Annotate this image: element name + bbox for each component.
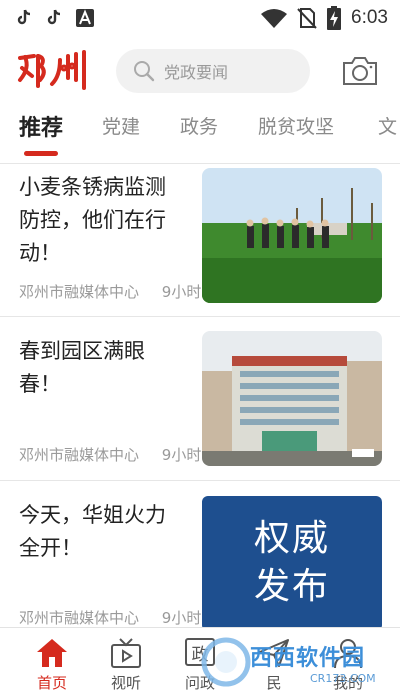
search-icon (132, 59, 156, 83)
search-bar[interactable]: 党政要闻 (116, 49, 310, 93)
industrial-park-building-photo[interactable] (202, 331, 382, 466)
nav-label: 视听 (110, 674, 141, 692)
nav-media[interactable]: 视听 (96, 628, 156, 700)
camera-icon[interactable] (341, 52, 379, 90)
news-title[interactable]: 春到园区满眼春！ (19, 335, 169, 401)
app-header: 党政要闻 (0, 36, 400, 106)
news-title[interactable]: 小麦条锈病监测防控，他们在行动！ (19, 171, 169, 270)
banner-text-line1: 权威 (253, 518, 330, 559)
search-placeholder: 党政要闻 (164, 63, 229, 82)
news-title[interactable]: 今天，华姐火力全开！ (19, 499, 169, 565)
news-source: 邓州市融媒体中心 (19, 446, 140, 464)
tab-recommend[interactable]: 推荐 (19, 110, 63, 142)
tab-party-building[interactable]: 党建 (102, 112, 140, 139)
nav-label: 首页 (36, 674, 67, 692)
news-feed[interactable]: 小麦条锈病监测防控，他们在行动！ 邓州市融媒体中心 9小时前 春到园区满眼春！ … (0, 165, 400, 627)
tiktok-icon (16, 9, 32, 27)
tab-government-affairs[interactable]: 政务 (180, 112, 218, 139)
active-tab-indicator (24, 151, 58, 156)
app-logo[interactable] (16, 50, 92, 90)
battery-charging-icon (327, 6, 342, 30)
watermark-brand: 西西软件园 (250, 646, 366, 671)
news-meta: 邓州市融媒体中心 9小时前 (19, 607, 216, 627)
status-bar: 6:03 (0, 0, 400, 36)
category-tabs: 推荐 党建 政务 脱贫攻坚 文 (0, 106, 400, 164)
tv-icon (109, 636, 143, 670)
news-item[interactable]: 今天，华姐火力全开！ 邓州市融媒体中心 9小时前 权威 发布 (0, 481, 400, 627)
tab-culture[interactable]: 文 (378, 112, 397, 139)
news-item[interactable]: 小麦条锈病监测防控，他们在行动！ 邓州市融媒体中心 9小时前 (0, 165, 400, 317)
news-item[interactable]: 春到园区满眼春！ 邓州市融媒体中心 9小时前 (0, 317, 400, 481)
tiktok-icon (46, 9, 62, 27)
news-source: 邓州市融媒体中心 (19, 283, 140, 301)
site-watermark: 西西软件园 CR173.COM (200, 630, 400, 700)
home-icon (35, 636, 69, 670)
wheat-field-photo[interactable] (202, 168, 382, 303)
tab-poverty-alleviation[interactable]: 脱贫攻坚 (258, 112, 334, 139)
nav-home[interactable]: 首页 (22, 628, 82, 700)
banner-text-line2: 发布 (253, 566, 330, 607)
news-meta: 邓州市融媒体中心 9小时前 (19, 444, 216, 465)
font-app-icon (76, 9, 94, 27)
wifi-icon (261, 8, 288, 28)
authoritative-release-banner[interactable]: 权威 发布 (202, 496, 382, 627)
news-source: 邓州市融媒体中心 (19, 609, 140, 627)
status-time: 6:03 (351, 7, 388, 28)
news-meta: 邓州市融媒体中心 9小时前 (19, 281, 216, 302)
no-sim-icon (297, 7, 317, 29)
watermark-url: CR173.COM (310, 672, 376, 685)
